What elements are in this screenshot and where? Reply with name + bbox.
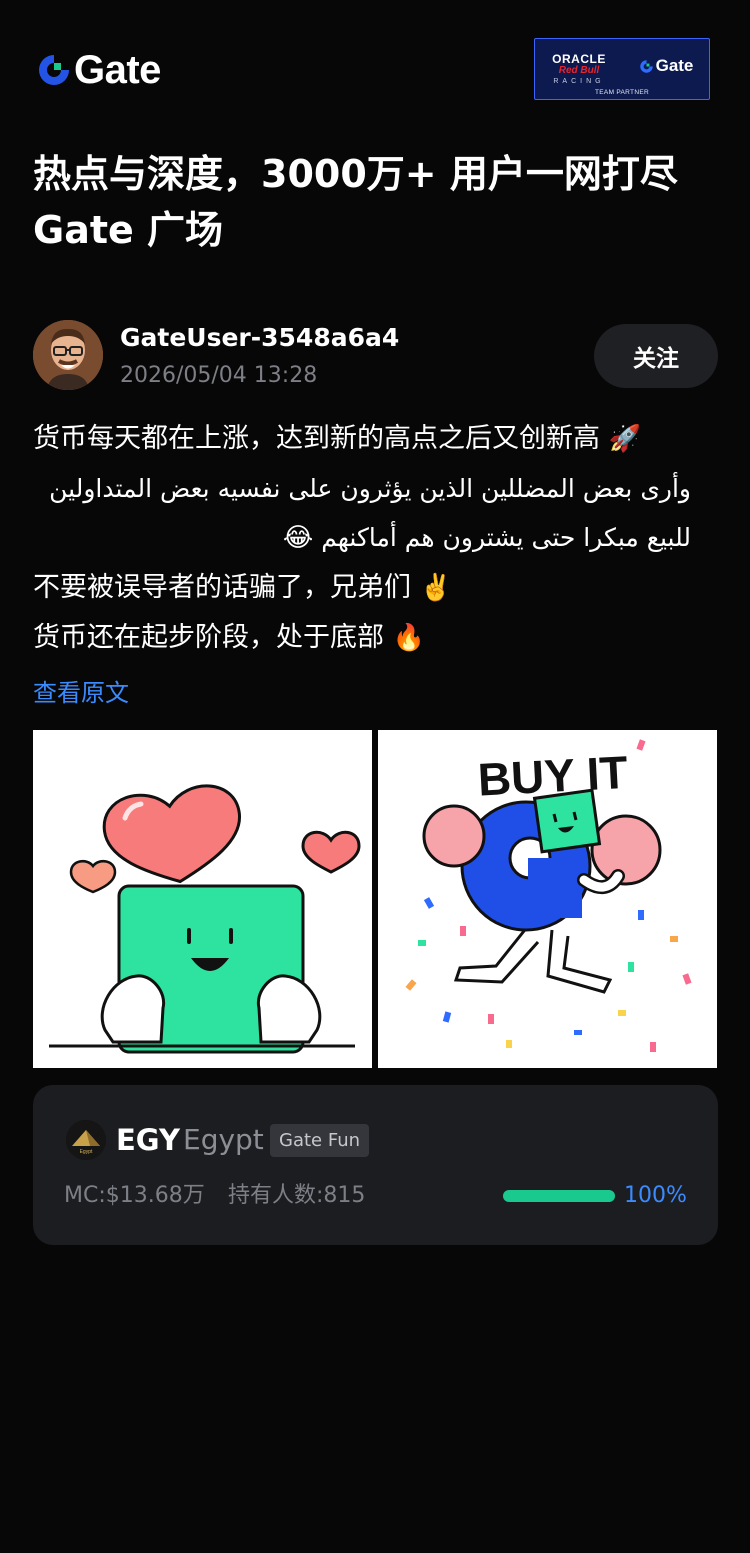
token-platform-badge: Gate Fun — [270, 1124, 370, 1157]
post-timestamp: 2026/05/04 13:28 — [120, 363, 318, 388]
post-author-row: GateUser-3548a6a4 2026/05/04 13:28 关注 — [33, 320, 718, 392]
headline-line-2: Gate 广场 — [33, 208, 224, 252]
avatar[interactable] — [33, 320, 103, 390]
gate-logo[interactable]: Gate — [36, 50, 161, 90]
egypt-token-logo: Egypt — [66, 1120, 106, 1160]
team-partner-label: TEAM PARTNER — [595, 89, 649, 96]
rocket-emoji-icon: 🚀 — [608, 424, 641, 454]
fire-emoji-icon: 🔥 — [392, 623, 425, 653]
post-line-5: 货币还在起步阶段，处于底部 🔥 — [33, 622, 425, 653]
laughing-emoji-icon: 😂 — [282, 523, 314, 553]
avatar-portrait-icon — [33, 320, 103, 390]
token-card[interactable]: Egypt EGY Egypt Gate Fun MC:$13.68万 持有人数… — [33, 1085, 718, 1245]
token-holders-count: 持有人数:815 — [228, 1183, 366, 1208]
pyramid-icon: Egypt — [66, 1120, 106, 1160]
token-progress-fill — [503, 1190, 615, 1202]
headline-line-1: 热点与深度，3000万+ 用户一网打尽 — [33, 152, 678, 196]
post-content: 货币每天都在上涨，达到新的高点之后又创新高 🚀 وأرى بعض المضللي… — [33, 414, 718, 663]
post-image-buy-it-mascot[interactable]: BUY IT — [378, 730, 717, 1068]
gate-mini-icon — [639, 59, 653, 73]
post-line-1: 货币每天都在上涨，达到新的高点之后又创新高 🚀 — [33, 423, 641, 454]
post-line-2-arabic: وأرى بعض المضللين الذين يؤثرون على نفسيه… — [49, 474, 691, 503]
oracle-text: ORACLE — [552, 52, 606, 66]
token-progress-bar — [503, 1190, 615, 1202]
gate-logo-icon — [39, 55, 69, 85]
token-progress-percent: 100% — [624, 1183, 687, 1208]
token-market-cap: MC:$13.68万 — [64, 1183, 205, 1208]
gate-logo-text: Gate — [74, 48, 161, 92]
author-name[interactable]: GateUser-3548a6a4 — [120, 322, 399, 354]
post-line-4: 不要被误导者的话骗了，兄弟们 ✌️ — [33, 572, 452, 603]
post-image-hearts-mascot[interactable] — [33, 730, 372, 1068]
buy-it-mascot-sticker-icon: BUY IT — [405, 739, 692, 1052]
view-original-link[interactable]: 查看原文 — [33, 676, 129, 710]
partner-gate-text: Gate — [655, 56, 694, 75]
post-line-3-arabic: للبيع مبكرا حتى يشترون هم أماكنهم 😂 — [282, 523, 691, 553]
header: Gate ORACLE Red Bull RACING Gate TEAM PA… — [0, 0, 750, 130]
follow-button[interactable]: 关注 — [594, 324, 718, 388]
redbull-partner-badge[interactable]: ORACLE Red Bull RACING Gate TEAM PARTNER — [534, 38, 710, 100]
hearts-mascot-sticker-icon — [49, 784, 361, 1054]
victory-hand-emoji-icon: ✌️ — [419, 573, 452, 603]
egypt-token-logo-text: Egypt — [80, 1149, 93, 1155]
redbull-text: Red Bull — [558, 65, 600, 76]
token-symbol: EGY — [116, 1123, 180, 1157]
page-headline: 热点与深度，3000万+ 用户一网打尽 Gate 广场 — [33, 146, 723, 258]
token-name: Egypt — [183, 1123, 264, 1156]
